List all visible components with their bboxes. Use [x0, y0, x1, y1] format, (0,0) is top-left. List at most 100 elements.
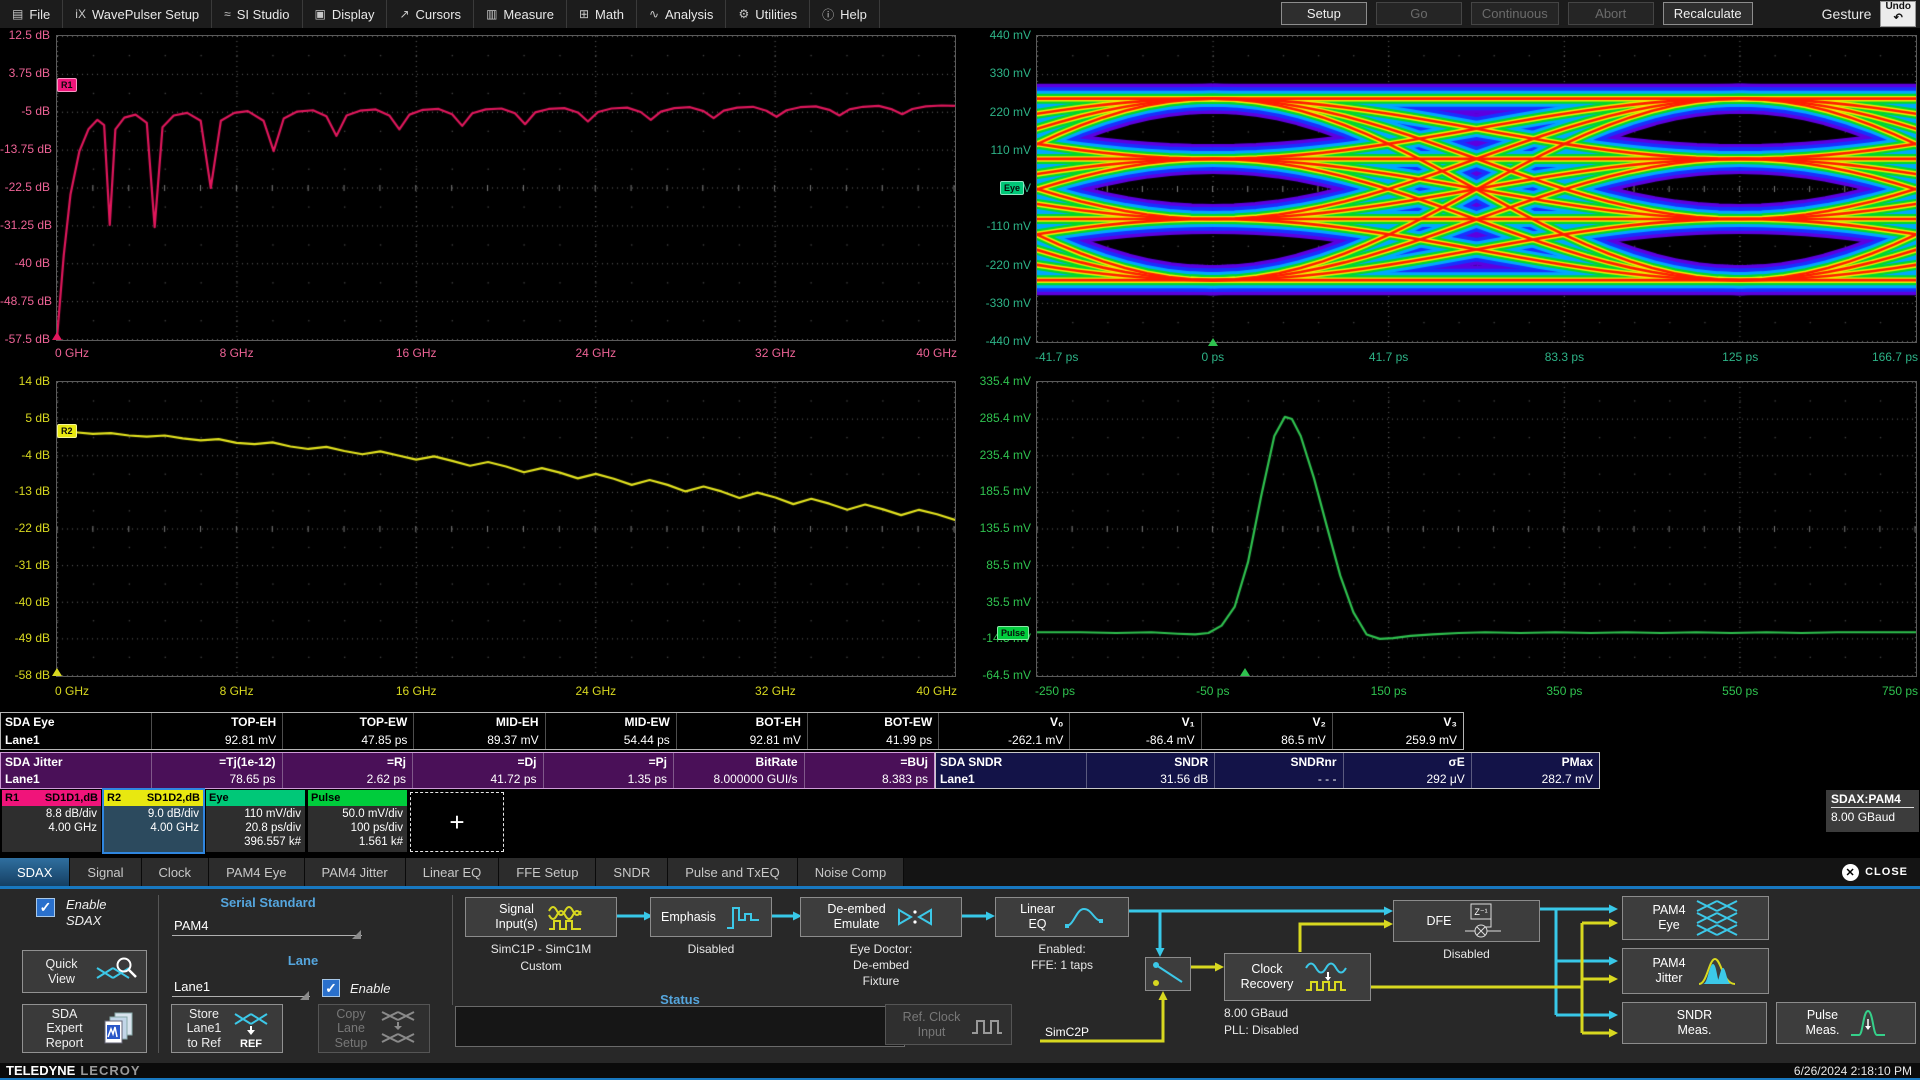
report-icon [99, 1009, 139, 1049]
y-tick-label: 235.4 mV [959, 448, 1031, 462]
descriptor-label: R2 [107, 792, 121, 804]
tab-noise-comp[interactable]: Noise Comp [798, 858, 905, 886]
clock-source-switch[interactable] [1145, 957, 1191, 991]
block-label: Jitter [1655, 971, 1682, 985]
x-tick-label: 750 ps [1832, 684, 1918, 698]
menu-item-label: File [29, 7, 50, 22]
store-lane1-to-ref-button[interactable]: Store Lane1 to Ref REF [171, 1004, 283, 1053]
lane-select[interactable]: Lane1 [172, 977, 310, 997]
menu-item-analysis[interactable]: ∿Analysis [637, 0, 726, 28]
clock-recovery-status: 8.00 GBaud [1224, 1005, 1374, 1021]
pulse-meas-block[interactable]: Pulse Meas. [1776, 1002, 1916, 1044]
dfe-status: Disabled [1393, 946, 1540, 962]
menu-item-label: Measure [503, 7, 554, 22]
linear-eq-block[interactable]: Linear EQ [995, 897, 1129, 937]
enable-sdax-label: SDAX [66, 913, 101, 929]
tab-ffe-setup[interactable]: FFE Setup [499, 858, 596, 886]
x-tick-label: -250 ps [1035, 684, 1125, 698]
table-value: 41.99 ps [807, 731, 938, 749]
tab-clock[interactable]: Clock [142, 858, 210, 886]
menu-item-file[interactable]: ▤File [0, 0, 63, 28]
x-tick-label: 16 GHz [371, 684, 461, 698]
table-value: -86.4 mV [1069, 731, 1200, 749]
tab-sdax[interactable]: SDAX [0, 858, 70, 886]
dfe-block[interactable]: DFE Z⁻¹ [1393, 900, 1540, 942]
si-studio-icon: ≈ [224, 7, 231, 21]
eye-magnifier-icon [93, 954, 139, 990]
block-label: Pulse [1807, 1008, 1838, 1022]
return-loss-canvas [57, 36, 955, 340]
pam4-jitter-block[interactable]: PAM4 Jitter [1622, 948, 1769, 994]
menu-item-wavepulser-setup[interactable]: iXWavePulser Setup [63, 0, 212, 28]
sdax-summary-box[interactable]: SDAX:PAM4 8.00 GBaud [1826, 790, 1919, 832]
pam4-eye-canvas [1037, 36, 1916, 342]
trace-badge-pulse[interactable]: Pulse [997, 626, 1029, 640]
store-ref-label: Store [179, 1007, 229, 1022]
y-tick-label: 14 dB [0, 374, 50, 388]
block-label: Input(s) [495, 917, 537, 931]
descriptor-pulse[interactable]: Pulse 50.0 mV/div 100 ps/div 1.561 k# [308, 790, 407, 852]
sndr-meas-block[interactable]: SNDR Meas. [1622, 1002, 1767, 1044]
menu-item-display[interactable]: ▣Display [303, 0, 388, 28]
descriptor-r1[interactable]: R1 SD1D1,dB 8.8 dB/div 4.00 GHz [2, 790, 101, 852]
enable-sdax-label: Enable [66, 897, 106, 913]
menu-item-si-studio[interactable]: ≈SI Studio [212, 0, 302, 28]
y-tick-label: 35.5 mV [959, 595, 1031, 609]
table-value: 92.81 mV [151, 731, 282, 749]
serial-standard-label: Serial Standard [172, 895, 364, 910]
y-tick-label: -31 dB [0, 558, 50, 572]
table-value: 92.81 mV [676, 731, 807, 749]
menu-item-measure[interactable]: ▥Measure [474, 0, 567, 28]
x-tick-label: 166.7 ps [1832, 350, 1918, 364]
clock-recovery-block[interactable]: Clock Recovery [1224, 953, 1371, 1001]
report-label: Report [30, 1036, 99, 1051]
scope-screen: ▤File iXWavePulser Setup ≈SI Studio ▣Dis… [0, 0, 1920, 1080]
y-tick-label: 440 mV [959, 28, 1031, 42]
menu-item-help[interactable]: ⓘHelp [810, 0, 880, 28]
copy-lane-label: Lane [326, 1021, 376, 1036]
recalculate-button[interactable]: Recalculate [1663, 2, 1753, 25]
block-label: Emulate [834, 917, 880, 931]
menu-item-cursors[interactable]: ↗Cursors [387, 0, 474, 28]
enable-sdax-checkbox[interactable]: ✓ [36, 898, 55, 917]
y-tick-label: -5 dB [0, 104, 50, 118]
help-icon: ⓘ [822, 6, 834, 23]
serial-standard-select[interactable]: PAM4 [172, 916, 362, 936]
signal-input-block[interactable]: Signal Input(s) [465, 897, 617, 937]
plot-pam4-eye [1036, 35, 1917, 343]
y-tick-label: 285.4 mV [959, 411, 1031, 425]
menu-item-math[interactable]: ⊞Math [567, 0, 637, 28]
enable-lane-checkbox[interactable]: ✓ [322, 979, 340, 997]
y-tick-label: -64.5 mV [959, 668, 1031, 682]
descriptor-r2[interactable]: R2 SD1D2,dB 9.0 dB/div 4.00 GHz [104, 790, 203, 852]
tab-pam4-jitter[interactable]: PAM4 Jitter [305, 858, 406, 886]
menu-item-utilities[interactable]: ⚙Utilities [726, 0, 810, 28]
trace-badge-r1[interactable]: R1 [57, 78, 77, 92]
deembed-emulate-block[interactable]: De-embed Emulate [800, 897, 962, 937]
pam4-eye-block[interactable]: PAM4 Eye [1622, 896, 1769, 940]
undo-button[interactable]: Undo↶ [1880, 1, 1916, 26]
x-tick-label: 0 GHz [55, 684, 145, 698]
trigger-marker-r2 [52, 668, 62, 676]
tab-linear-eq[interactable]: Linear EQ [406, 858, 500, 886]
block-label: Signal [499, 902, 534, 916]
tab-sndr[interactable]: SNDR [596, 858, 668, 886]
sda-expert-report-button[interactable]: SDA Expert Report [22, 1004, 147, 1053]
trace-badge-r2[interactable]: R2 [57, 424, 77, 438]
add-trace-button[interactable]: + [410, 792, 504, 852]
y-tick-label: 5 dB [0, 411, 50, 425]
close-dialog-button[interactable]: ✕ CLOSE [1842, 858, 1920, 886]
tab-pam4-eye[interactable]: PAM4 Eye [209, 858, 304, 886]
block-label: PAM4 [1652, 956, 1685, 970]
emphasis-block[interactable]: Emphasis [650, 897, 772, 937]
column-header: BOT-EW [807, 713, 938, 731]
quick-view-button[interactable]: Quick View [22, 950, 147, 993]
tab-pulse-txeq[interactable]: Pulse and TxEQ [668, 858, 797, 886]
trace-badge-eye[interactable]: Eye [1000, 181, 1024, 195]
y-tick-label: -49 dB [0, 631, 50, 645]
block-label: Emphasis [661, 910, 716, 925]
tab-signal[interactable]: Signal [70, 858, 141, 886]
descriptor-eye[interactable]: Eye 110 mV/div 20.8 ps/div 396.557 k# [206, 790, 305, 852]
setup-button[interactable]: Setup [1281, 2, 1367, 25]
y-tick-label: -13.75 dB [0, 142, 50, 156]
